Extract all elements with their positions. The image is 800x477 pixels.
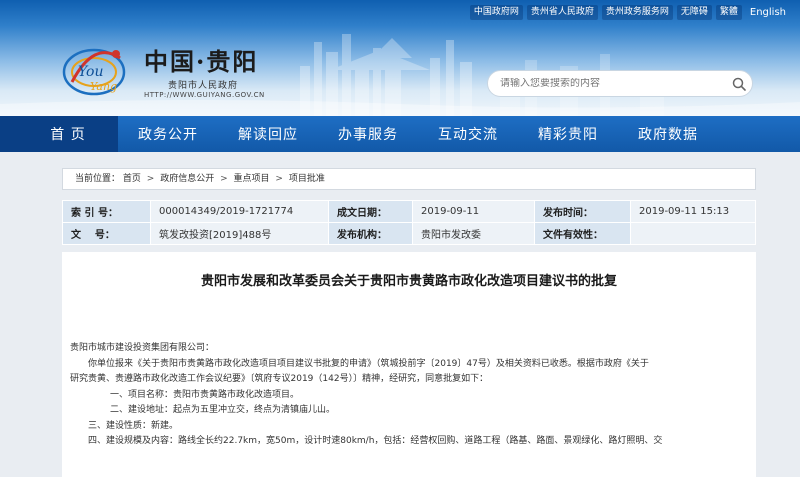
toplink-gov-cn[interactable]: 中国政府网 <box>469 5 523 20</box>
breadcrumb: 当前位置： 首页 > 政府信息公开 > 重点项目 > 项目批准 <box>62 168 756 190</box>
meta-index-value: 000014349/2019-1721774 <box>150 200 329 223</box>
search-icon <box>732 77 746 91</box>
site-subtitle: 贵阳市人民政府 <box>168 81 239 91</box>
meta-validity-value <box>630 222 756 245</box>
site-url: HTTP://WWW.GUIYANG.GOV.CN <box>144 91 265 99</box>
nav-interpretation[interactable]: 解读回应 <box>218 116 318 152</box>
toplink-english[interactable]: English <box>746 5 790 20</box>
doc-line: 二、建设地址：起点为五里冲立交，终点为清镇庙儿山。 <box>110 405 336 415</box>
breadcrumb-item-project-approval[interactable]: 项目批准 <box>289 169 325 189</box>
meta-date-label: 成文日期： <box>328 200 413 223</box>
doc-line: 研究贵黄、贵遵路市政化改造工作会议纪要》〔筑府专议2019（142号）〕精神，经… <box>70 374 489 384</box>
nav-home[interactable]: 首 页 <box>0 116 118 152</box>
document-meta-table: 索 引 号： 000014349/2019-1721774 成文日期： 2019… <box>62 200 756 245</box>
top-links-bar: 中国政府网 贵州省人民政府 贵州政务服务网 无障碍 繁體 English <box>466 5 790 20</box>
breadcrumb-item-home[interactable]: 首页 <box>123 169 141 189</box>
toplink-accessibility[interactable]: 无障碍 <box>676 5 712 20</box>
svg-text:Yang: Yang <box>90 80 117 93</box>
nav-gov-data[interactable]: 政府数据 <box>618 116 718 152</box>
doc-line: 三、建设性质：新建。 <box>88 420 179 431</box>
breadcrumb-separator: > <box>275 174 283 184</box>
breadcrumb-separator: > <box>220 174 228 184</box>
doc-line-addressee: 贵阳市城市建设投资集团有限公司： <box>70 343 215 353</box>
guiyang-logo-icon[interactable]: You Yang <box>60 38 132 100</box>
doc-line: 四、建设规模及内容：路线全长约22.7km，宽50m，设计时速80km/h，包括… <box>88 436 663 446</box>
breadcrumb-prefix: 当前位置： <box>75 174 121 184</box>
meta-row: 索 引 号： 000014349/2019-1721774 成文日期： 2019… <box>62 200 756 223</box>
document-title: 贵阳市发展和改革委员会关于贵阳市贵黄路市政化改造项目建议书的批复 <box>200 274 617 289</box>
meta-docno-label: 文 号： <box>62 222 151 245</box>
breadcrumb-item-key-projects[interactable]: 重点项目 <box>234 169 270 189</box>
breadcrumb-separator: > <box>146 174 155 184</box>
nav-wonderful-guiyang[interactable]: 精彩贵阳 <box>518 116 618 152</box>
nav-gov-affairs[interactable]: 政务公开 <box>118 116 218 152</box>
meta-index-label: 索 引 号： <box>62 200 151 223</box>
toplink-guizhou-gov[interactable]: 贵州省人民政府 <box>526 5 598 20</box>
document-text: 贵阳市城市建设投资集团有限公司： 你单位报来《关于贵阳市贵黄路市政化改造项目项目… <box>70 341 748 450</box>
doc-line: 一、项目名称：贵阳市贵黄路市政化改造项目。 <box>110 389 300 400</box>
svg-text:You: You <box>78 64 103 80</box>
meta-row: 文 号： 筑发改投资[2019]488号 发布机构： 贵阳市发改委 文件有效性： <box>62 222 756 245</box>
meta-org-value: 贵阳市发改委 <box>412 222 535 245</box>
nav-interaction[interactable]: 互动交流 <box>418 116 518 152</box>
meta-publish-value: 2019-09-11 15:13 <box>630 200 756 223</box>
search-input[interactable] <box>500 78 726 89</box>
meta-docno-value: 筑发改投资[2019]488号 <box>150 222 329 245</box>
breadcrumb-item-gov-info[interactable]: 政府信息公开 <box>160 169 214 189</box>
doc-line: 你单位报来《关于贵阳市贵黄路市政化改造项目项目建议书批复的申请》（筑城投前字〔2… <box>88 358 649 369</box>
site-header: 中国政府网 贵州省人民政府 贵州政务服务网 无障碍 繁體 English You… <box>0 0 800 116</box>
main-nav: 首 页 政务公开 解读回应 办事服务 互动交流 精彩贵阳 政府数据 <box>0 116 800 152</box>
document-body: 贵阳市发展和改革委员会关于贵阳市贵黄路市政化改造项目建议书的批复 贵阳市城市建设… <box>62 252 756 477</box>
meta-org-label: 发布机构： <box>328 222 413 245</box>
main-content: 当前位置： 首页 > 政府信息公开 > 重点项目 > 项目批准 索 引 号： 0… <box>0 152 800 477</box>
meta-publish-label: 发布时间： <box>534 200 631 223</box>
search-button[interactable] <box>726 71 752 97</box>
search-box <box>487 70 753 97</box>
meta-date-value: 2019-09-11 <box>412 200 535 223</box>
meta-validity-label: 文件有效性： <box>534 222 631 245</box>
toplink-traditional-chinese[interactable]: 繁體 <box>715 5 742 20</box>
toplink-guizhou-service[interactable]: 贵州政务服务网 <box>601 5 673 20</box>
nav-services[interactable]: 办事服务 <box>318 116 418 152</box>
site-title: 中国·贵阳 <box>144 47 259 76</box>
